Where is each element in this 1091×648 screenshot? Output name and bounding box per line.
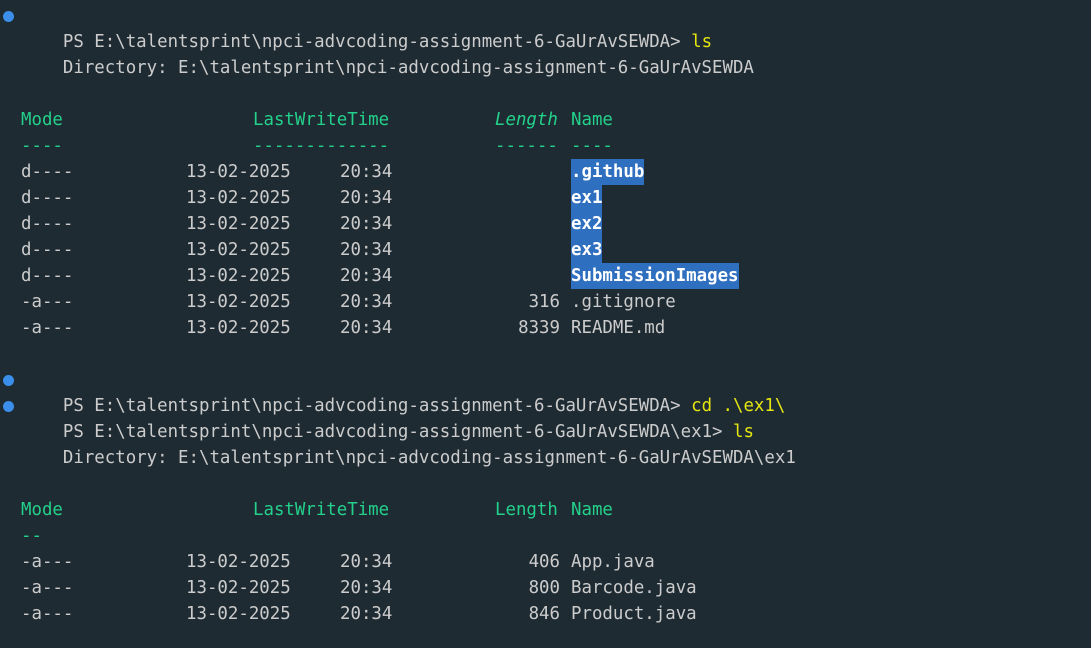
separator-mode: ---- — [21, 136, 63, 156]
command-text: ls — [732, 422, 754, 442]
row-time: 20:34 — [340, 266, 393, 286]
table-row: -a--- 13-02-2025 20:34 316 .gitignore — [0, 289, 1091, 315]
row-name-selected[interactable]: ex1 — [571, 185, 603, 211]
row-time: 20:34 — [340, 552, 393, 572]
row-name[interactable]: .gitignore — [571, 289, 676, 315]
header-length: Length — [495, 110, 558, 130]
row-mode: -a--- — [21, 552, 74, 572]
header-name: Name — [571, 500, 613, 520]
row-time: 20:34 — [340, 240, 393, 260]
command-status-dot-icon[interactable] — [3, 401, 14, 412]
prompt-line: PS E:\talentsprint\npci-advcoding-assign… — [3, 367, 785, 416]
row-date: 13-02-2025 — [186, 552, 291, 572]
row-name[interactable]: App.java — [571, 549, 655, 575]
row-date: 13-02-2025 — [186, 214, 291, 234]
row-time: 20:34 — [340, 604, 393, 624]
table-row: d---- 13-02-2025 20:34 ex3 — [0, 237, 1091, 263]
command-status-dot-icon[interactable] — [3, 375, 14, 386]
table-row: d---- 13-02-2025 20:34 SubmissionImages — [0, 263, 1091, 289]
row-time: 20:34 — [340, 292, 393, 312]
separator-name: ---- — [571, 136, 613, 156]
row-mode: -a--- — [21, 604, 74, 624]
header-mode: Mode — [21, 500, 63, 520]
prompt-text: PS E:\talentsprint\npci-advcoding-assign… — [62, 422, 733, 442]
row-date: 13-02-2025 — [186, 162, 291, 182]
header-lastwritetime: LastWriteTime — [253, 110, 390, 130]
header-mode: Mode — [21, 110, 63, 130]
command-status-dot-icon[interactable] — [3, 11, 14, 22]
listing-header-row: Mode LastWriteTime Length Name — [0, 107, 1091, 133]
prompt-line: PS E:\talentsprint\npci-advcoding-assign… — [3, 393, 754, 442]
directory-heading: Directory: E:\talentsprint\npci-advcodin… — [21, 58, 754, 78]
row-time: 20:34 — [340, 578, 393, 598]
header-name: Name — [571, 110, 613, 130]
row-time: 20:34 — [340, 162, 393, 182]
row-name-selected[interactable]: SubmissionImages — [571, 263, 739, 289]
row-date: 13-02-2025 — [186, 292, 291, 312]
table-row: d---- 13-02-2025 20:34 ex2 — [0, 211, 1091, 237]
table-row: d---- 13-02-2025 20:34 .github — [0, 159, 1091, 185]
listing-header-row: Mode LastWriteTime Length Name — [0, 497, 1091, 523]
row-length: 316 — [528, 292, 560, 312]
table-row: -a--- 13-02-2025 20:34 406 App.java — [0, 549, 1091, 575]
terminal-output[interactable]: PS E:\talentsprint\npci-advcoding-assign… — [0, 0, 1091, 648]
row-date: 13-02-2025 — [186, 604, 291, 624]
row-date: 13-02-2025 — [186, 240, 291, 260]
row-name[interactable]: Product.java — [571, 601, 697, 627]
row-date: 13-02-2025 — [186, 318, 291, 338]
row-name-selected[interactable]: ex2 — [571, 211, 603, 237]
listing-separator-row: -- — [0, 523, 1091, 549]
row-length: 406 — [528, 552, 560, 572]
table-row: d---- 13-02-2025 20:34 ex1 — [0, 185, 1091, 211]
row-date: 13-02-2025 — [186, 188, 291, 208]
table-row: -a--- 13-02-2025 20:34 8339 README.md — [0, 315, 1091, 341]
row-mode: d---- — [21, 162, 74, 182]
row-time: 20:34 — [340, 214, 393, 234]
row-mode: -a--- — [21, 318, 74, 338]
directory-heading: Directory: E:\talentsprint\npci-advcodin… — [21, 448, 796, 468]
prompt-line: PS E:\talentsprint\npci-advcoding-assign… — [3, 3, 712, 52]
table-row: -a--- 13-02-2025 20:34 846 Product.java — [0, 601, 1091, 627]
table-row: -a--- 13-02-2025 20:34 800 Barcode.java — [0, 575, 1091, 601]
row-length: 846 — [528, 604, 560, 624]
row-name-selected[interactable]: .github — [571, 159, 645, 185]
row-name[interactable]: README.md — [571, 315, 665, 341]
row-mode: d---- — [21, 188, 74, 208]
row-mode: d---- — [21, 214, 74, 234]
prompt-text: PS E:\talentsprint\npci-advcoding-assign… — [62, 32, 692, 52]
separator-lastwritetime: ------------- — [253, 136, 390, 156]
row-name[interactable]: Barcode.java — [571, 575, 697, 601]
separator-mode: -- — [21, 526, 42, 546]
header-length: Length — [495, 500, 558, 520]
row-mode: -a--- — [21, 578, 74, 598]
separator-length: ------ — [495, 136, 558, 156]
row-time: 20:34 — [340, 318, 393, 338]
row-length: 8339 — [518, 318, 560, 338]
header-lastwritetime: LastWriteTime — [253, 500, 390, 520]
row-mode: d---- — [21, 266, 74, 286]
row-length: 800 — [528, 578, 560, 598]
row-name-selected[interactable]: ex3 — [571, 237, 603, 263]
command-text: ls — [691, 32, 713, 52]
row-date: 13-02-2025 — [186, 578, 291, 598]
row-time: 20:34 — [340, 188, 393, 208]
row-mode: -a--- — [21, 292, 74, 312]
row-mode: d---- — [21, 240, 74, 260]
listing-separator-row: ---- ------------- ------ ---- — [0, 133, 1091, 159]
row-date: 13-02-2025 — [186, 266, 291, 286]
